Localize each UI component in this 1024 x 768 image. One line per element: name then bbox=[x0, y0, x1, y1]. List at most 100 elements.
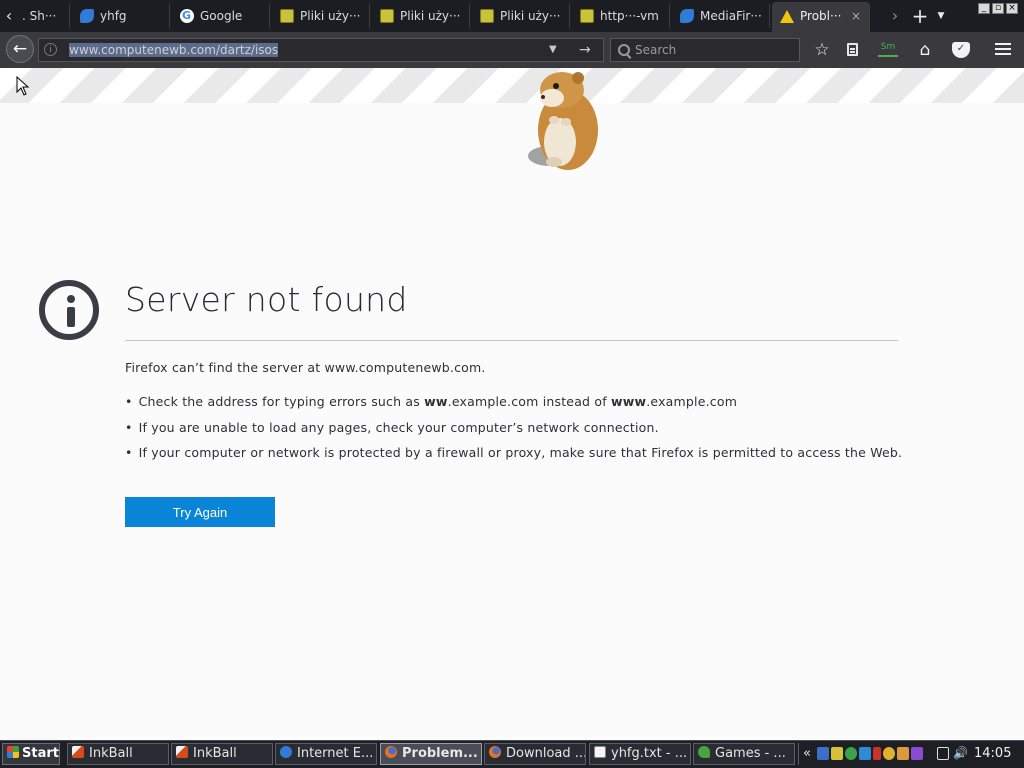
tab-label: http···-vm bbox=[600, 9, 659, 23]
task-games[interactable]: Games - ... bbox=[693, 743, 795, 765]
google-icon bbox=[180, 4, 194, 28]
inkball-icon bbox=[176, 746, 188, 758]
tab-label: Pliki uży··· bbox=[500, 9, 561, 23]
tab-list-chevron-icon[interactable]: ▼ bbox=[934, 4, 948, 28]
internet-explorer-icon bbox=[280, 746, 292, 758]
tab-scroll-right-icon[interactable]: › bbox=[886, 4, 904, 28]
pliki-icon bbox=[380, 9, 394, 23]
warning-icon bbox=[780, 10, 794, 23]
back-arrow-icon[interactable]: ← bbox=[6, 35, 34, 63]
minimize-icon[interactable]: _ bbox=[978, 3, 990, 14]
tab-1[interactable]: . Sh··· bbox=[18, 4, 70, 28]
hamster-image bbox=[528, 72, 598, 170]
task-inkball-1[interactable]: InkBall bbox=[67, 743, 169, 765]
search-input[interactable]: Search bbox=[635, 39, 676, 61]
search-bar[interactable]: Search bbox=[610, 38, 800, 62]
task-inkball-2[interactable]: InkBall bbox=[171, 743, 273, 765]
close-window-icon[interactable]: × bbox=[1006, 3, 1018, 14]
blue-arrow-icon bbox=[680, 9, 694, 23]
games-icon bbox=[698, 746, 710, 758]
task-internet-explorer[interactable]: Internet E... bbox=[275, 743, 377, 765]
start-button[interactable]: Start bbox=[2, 743, 60, 765]
suggestion-bold: www bbox=[610, 394, 647, 409]
extension-icon[interactable]: Sm bbox=[878, 41, 898, 57]
notepad-icon bbox=[594, 746, 606, 758]
hamburger-menu-icon[interactable] bbox=[995, 43, 1011, 55]
task-label: InkBall bbox=[193, 746, 237, 761]
tab-label: Pliki uży··· bbox=[300, 9, 361, 23]
pliki-icon bbox=[580, 9, 594, 23]
pliki-icon bbox=[280, 9, 294, 23]
bookmark-star-icon[interactable]: ☆ bbox=[810, 38, 834, 62]
url-host: www.computenewb.com/dartz/ bbox=[69, 43, 255, 57]
clock: 14:05 bbox=[974, 746, 1012, 761]
shield-tray-icon[interactable] bbox=[911, 747, 923, 760]
start-label: Start bbox=[22, 746, 59, 761]
striped-banner bbox=[0, 68, 1024, 103]
flag-tray-icon[interactable] bbox=[873, 747, 881, 760]
tab-yhfg[interactable]: yhfg bbox=[72, 4, 170, 28]
network-icon[interactable] bbox=[937, 747, 949, 760]
new-tab-icon[interactable]: + bbox=[910, 4, 930, 28]
url-selected-part: isos bbox=[254, 43, 279, 57]
tab-strip: ‹ . Sh··· yhfg Google Pliki uży··· Pliki… bbox=[0, 0, 1024, 32]
blue-arrow-icon bbox=[80, 9, 94, 23]
suggestion-text: .example.com instead of bbox=[447, 394, 611, 409]
go-arrow-icon[interactable]: → bbox=[579, 39, 591, 61]
restore-icon[interactable]: ▫ bbox=[992, 3, 1004, 14]
hamster-tray-icon[interactable] bbox=[897, 747, 909, 760]
suggestion-bold: ww bbox=[424, 394, 448, 409]
tab-pliki-2[interactable]: Pliki uży··· bbox=[372, 4, 470, 28]
update-tray-icon[interactable] bbox=[859, 747, 871, 760]
try-again-button[interactable]: Try Again bbox=[125, 497, 275, 527]
task-label: Internet E... bbox=[297, 746, 374, 761]
mouse-cursor-icon bbox=[16, 76, 30, 96]
tab-http-vm[interactable]: http···-vm bbox=[572, 4, 670, 28]
tab-pliki-1[interactable]: Pliki uży··· bbox=[272, 4, 370, 28]
task-label: Download ... bbox=[506, 746, 586, 761]
suggestion-item: • If you are unable to load any pages, ch… bbox=[125, 419, 902, 445]
tab-scroll-left-icon[interactable]: ‹ bbox=[0, 4, 18, 28]
firefox-icon bbox=[489, 746, 501, 758]
tray-expand-icon[interactable]: « bbox=[803, 743, 811, 765]
suggestion-text: .example.com bbox=[646, 394, 738, 409]
firefox-icon bbox=[385, 746, 397, 758]
navigation-toolbar: ← i www.computenewb.com/dartz/isos ▼ → S… bbox=[0, 32, 1024, 68]
tab-label: . Sh··· bbox=[22, 9, 57, 23]
speaker-icon[interactable]: 🔊 bbox=[953, 747, 968, 760]
disc-tray-icon[interactable] bbox=[883, 747, 895, 760]
tab-label: Google bbox=[200, 9, 243, 23]
tab-label: Pliki uży··· bbox=[400, 9, 461, 23]
task-problem-firefox[interactable]: Problem... bbox=[380, 743, 482, 765]
task-notepad[interactable]: yhfg.txt - ... bbox=[589, 743, 691, 765]
home-icon[interactable]: ⌂ bbox=[913, 38, 937, 62]
bullet: • bbox=[125, 419, 133, 435]
task-label: yhfg.txt - ... bbox=[611, 746, 688, 761]
user-tray-icon[interactable] bbox=[845, 747, 857, 760]
app-tray-icon[interactable] bbox=[831, 747, 843, 760]
info-circle-icon bbox=[39, 280, 99, 340]
tab-pliki-3[interactable]: Pliki uży··· bbox=[472, 4, 570, 28]
page-content: Server not found Firefox can’t find the … bbox=[0, 68, 1024, 740]
url-history-dropdown-icon[interactable]: ▼ bbox=[549, 39, 557, 61]
suggestion-text: Check the address for typing errors such… bbox=[138, 394, 425, 409]
inkball-icon bbox=[72, 746, 84, 758]
pocket-icon[interactable]: ✓ bbox=[952, 42, 970, 58]
task-label: Games - ... bbox=[715, 746, 786, 761]
site-info-icon[interactable]: i bbox=[44, 43, 57, 56]
bullet: • bbox=[125, 445, 133, 460]
tab-mediafire[interactable]: MediaFir··· bbox=[672, 4, 770, 28]
tab-close-icon[interactable]: × bbox=[851, 2, 861, 30]
network-app-icon[interactable] bbox=[817, 747, 829, 760]
bookmarks-list-icon[interactable] bbox=[847, 43, 858, 56]
suggestion-text: If you are unable to load any pages, che… bbox=[138, 419, 659, 435]
tab-google[interactable]: Google bbox=[172, 4, 270, 28]
tab-label: Probl··· bbox=[800, 9, 842, 23]
page-title: Server not found bbox=[125, 280, 408, 319]
task-label: InkBall bbox=[89, 746, 133, 761]
tab-problem-active[interactable]: Probl··· × bbox=[772, 2, 870, 32]
url-bar[interactable]: i www.computenewb.com/dartz/isos ▼ → bbox=[38, 38, 604, 62]
task-download[interactable]: Download ... bbox=[484, 743, 586, 765]
url-text[interactable]: www.computenewb.com/dartz/isos bbox=[69, 39, 279, 61]
tab-label: MediaFir··· bbox=[700, 9, 762, 23]
